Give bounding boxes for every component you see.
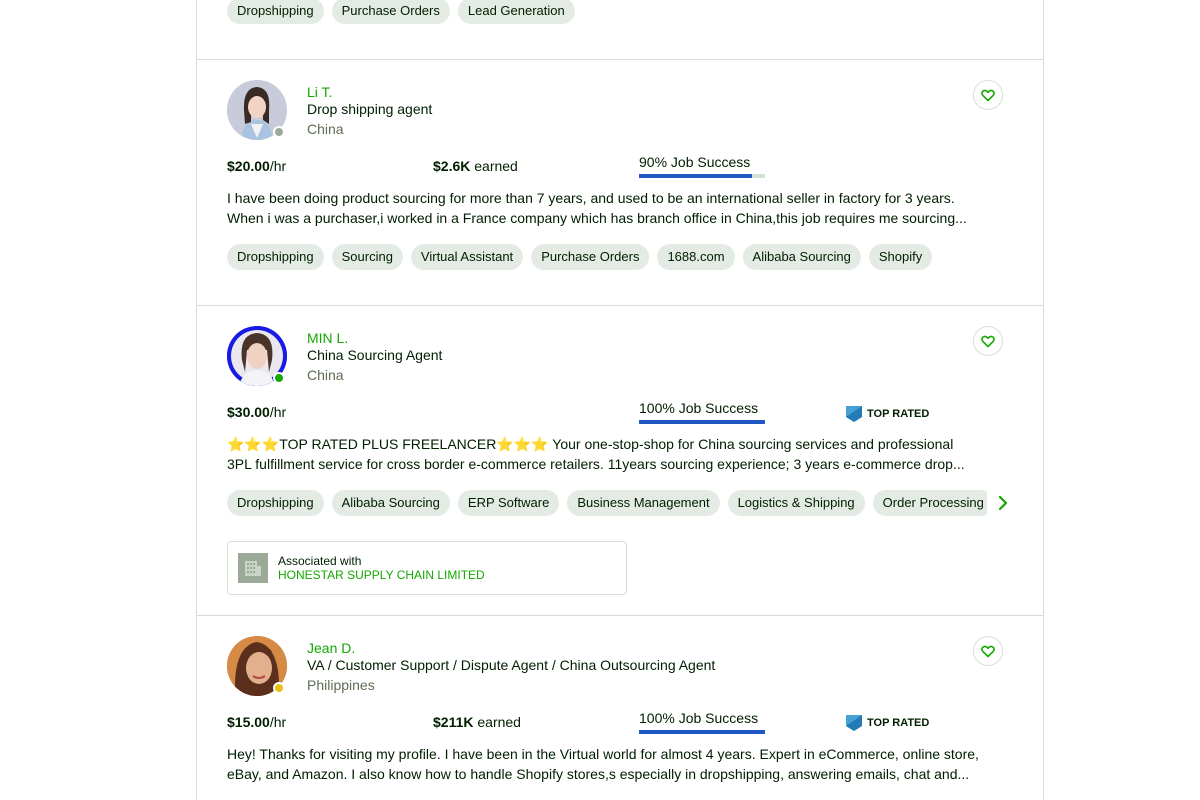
- rate-amount: $20.00: [227, 158, 270, 174]
- job-success-score: 90% Job Success: [639, 154, 765, 178]
- rate-unit: /hr: [269, 404, 287, 420]
- freelancer-card[interactable]: Li T. Drop shipping agent China $20.00/h…: [197, 60, 1043, 305]
- freelancer-name[interactable]: Jean D.: [307, 640, 355, 656]
- skill-chip[interactable]: Purchase Orders: [331, 0, 450, 24]
- skill-chip[interactable]: Dropshipping: [227, 244, 324, 270]
- save-freelancer-button[interactable]: [973, 326, 1003, 356]
- earned-label: earned: [477, 714, 521, 730]
- job-success-score: 100% Job Success: [639, 400, 765, 424]
- job-success-bar: [639, 420, 765, 424]
- job-success-score: 100% Job Success: [639, 710, 765, 734]
- description-line: eBay, and Amazon. I also know how to han…: [227, 766, 970, 782]
- job-success-bar: [639, 730, 765, 734]
- save-freelancer-button[interactable]: [973, 636, 1003, 666]
- hourly-rate: $20.00/hr: [227, 158, 286, 174]
- total-earned: $211K earned: [433, 714, 521, 730]
- skill-chip[interactable]: Logistics & Shipping: [727, 490, 865, 516]
- status-offline-dot: [273, 126, 285, 138]
- freelancer-name[interactable]: Li T.: [307, 84, 332, 100]
- description-line: Hey! Thanks for visiting my profile. I h…: [227, 746, 979, 762]
- skill-chip[interactable]: Business Management: [567, 490, 720, 516]
- status-away-dot: [273, 682, 285, 694]
- total-earned: $2.6K earned: [433, 158, 518, 174]
- heart-outline-icon: [981, 335, 995, 347]
- freelancer-location: China: [307, 367, 344, 383]
- top-rated-shield-icon: [846, 715, 862, 731]
- job-success-bar: [639, 174, 765, 178]
- top-rated-badge: TOP RATED: [846, 715, 929, 731]
- skills-scroll-right-button[interactable]: [993, 490, 1013, 516]
- save-freelancer-button[interactable]: [973, 80, 1003, 110]
- avatar[interactable]: [227, 326, 287, 386]
- freelancer-results-list: Dropshipping Purchase Orders Lead Genera…: [196, 0, 1044, 800]
- skill-chip[interactable]: Dropshipping: [227, 490, 324, 516]
- skills-list: Dropshipping Alibaba Sourcing ERP Softwa…: [227, 490, 987, 516]
- job-success-fill: [639, 420, 765, 424]
- building-icon: [238, 553, 268, 583]
- freelancer-location: China: [307, 121, 344, 137]
- skill-chip[interactable]: Virtual Assistant: [410, 244, 524, 270]
- skill-chip[interactable]: Sourcing: [331, 244, 403, 270]
- association-company-link[interactable]: HONESTAR SUPPLY CHAIN LIMITED: [278, 568, 485, 582]
- freelancer-title: Drop shipping agent: [307, 101, 433, 117]
- job-success-fill: [639, 730, 765, 734]
- top-rated-label: TOP RATED: [867, 717, 930, 729]
- freelancer-description[interactable]: Hey! Thanks for visiting my profile. I h…: [227, 744, 1007, 784]
- skill-chip[interactable]: Order Processing: [872, 490, 987, 516]
- rate-unit: /hr: [269, 714, 287, 730]
- freelancer-card[interactable]: Jean D. VA / Customer Support / Dispute …: [197, 616, 1043, 800]
- association-label: Associated with: [278, 554, 362, 568]
- earned-amount: $2.6K: [433, 158, 471, 174]
- job-success-fill: [639, 174, 753, 178]
- avatar[interactable]: [227, 636, 287, 696]
- heart-outline-icon: [981, 89, 995, 101]
- skill-chip[interactable]: Lead Generation: [457, 0, 575, 24]
- heart-outline-icon: [981, 645, 995, 657]
- skill-chip[interactable]: Purchase Orders: [531, 244, 650, 270]
- description-line: ⭐⭐⭐TOP RATED PLUS FREELANCER⭐⭐⭐ Your one…: [227, 436, 954, 452]
- skill-chip[interactable]: Dropshipping: [227, 0, 324, 24]
- top-rated-shield-icon: [846, 406, 862, 422]
- freelancer-location: Philippines: [307, 677, 375, 693]
- freelancer-title: China Sourcing Agent: [307, 347, 443, 363]
- agency-association-box[interactable]: Associated with HONESTAR SUPPLY CHAIN LI…: [227, 541, 627, 595]
- skill-chip[interactable]: Alibaba Sourcing: [742, 244, 861, 270]
- rate-unit: /hr: [269, 158, 287, 174]
- earned-label: earned: [474, 158, 518, 174]
- hourly-rate: $30.00/hr: [227, 404, 286, 420]
- description-line: When i was a purchaser,i worked in a Fra…: [227, 210, 967, 226]
- freelancer-description[interactable]: I have been doing product sourcing for m…: [227, 188, 1007, 228]
- earned-amount: $211K: [433, 714, 474, 730]
- previous-card-skills: Dropshipping Purchase Orders Lead Genera…: [227, 0, 575, 24]
- rate-amount: $30.00: [227, 404, 270, 420]
- top-rated-badge: TOP RATED: [846, 406, 929, 422]
- skill-chip[interactable]: Alibaba Sourcing: [331, 490, 450, 516]
- description-line: I have been doing product sourcing for m…: [227, 190, 955, 206]
- job-success-label: 100% Job Success: [639, 710, 759, 726]
- freelancer-title: VA / Customer Support / Dispute Agent / …: [307, 657, 716, 673]
- freelancer-name[interactable]: MIN L.: [307, 330, 348, 346]
- job-success-label: 100% Job Success: [639, 400, 759, 416]
- skills-list: Dropshipping Sourcing Virtual Assistant …: [227, 244, 933, 270]
- skill-chip[interactable]: 1688.com: [657, 244, 735, 270]
- freelancer-description[interactable]: ⭐⭐⭐TOP RATED PLUS FREELANCER⭐⭐⭐ Your one…: [227, 434, 1007, 474]
- freelancer-card[interactable]: MIN L. China Sourcing Agent China $30.00…: [197, 306, 1043, 615]
- description-line: 3PL fulfillment service for cross border…: [227, 456, 965, 472]
- chevron-right-icon: [998, 495, 1008, 511]
- top-rated-label: TOP RATED: [867, 408, 930, 420]
- job-success-label: 90% Job Success: [639, 154, 751, 170]
- skill-chip[interactable]: Shopify: [868, 244, 933, 270]
- skill-chip[interactable]: ERP Software: [457, 490, 560, 516]
- status-online-dot: [273, 372, 285, 384]
- hourly-rate: $15.00/hr: [227, 714, 286, 730]
- rate-amount: $15.00: [227, 714, 270, 730]
- avatar[interactable]: [227, 80, 287, 140]
